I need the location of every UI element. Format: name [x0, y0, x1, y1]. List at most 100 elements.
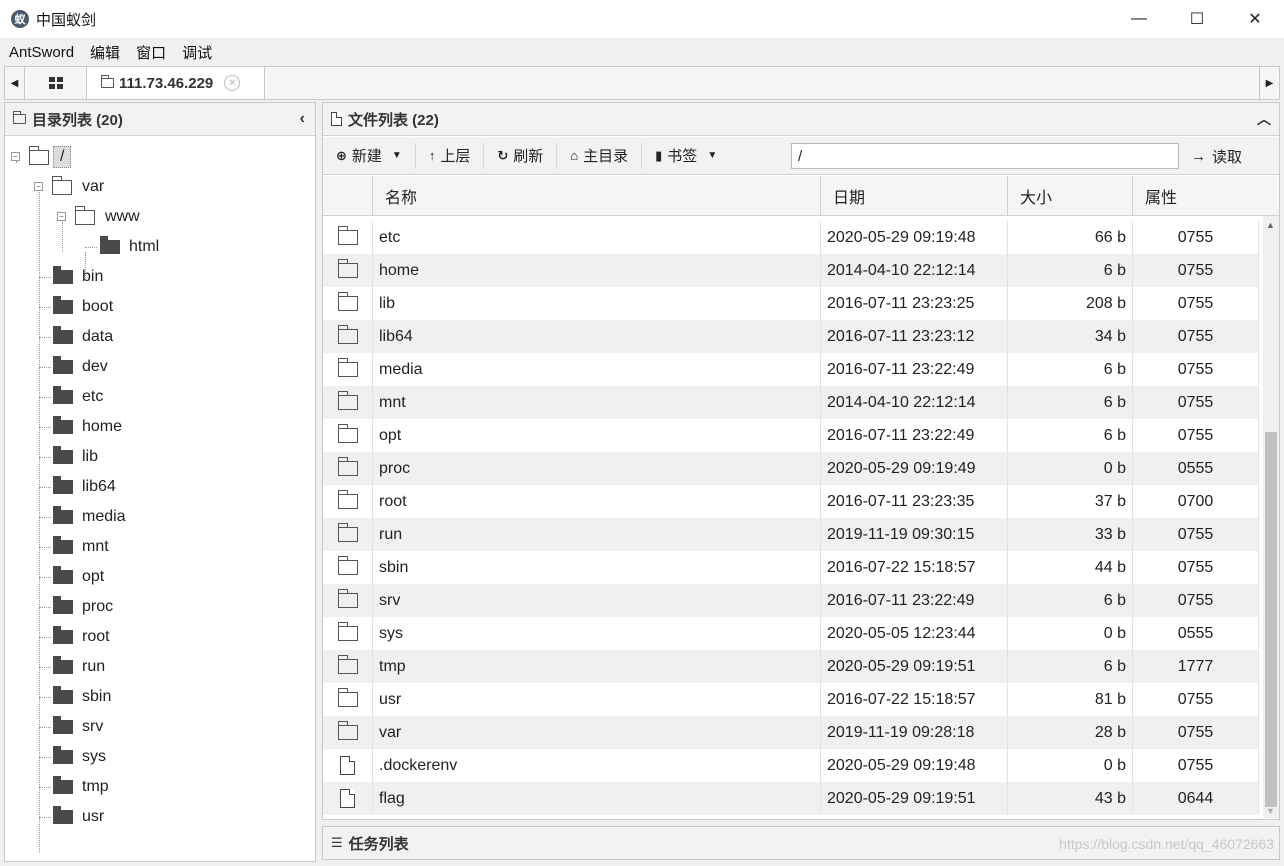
file-row[interactable]: flag 2020-05-29 09:19:51 43 b 0644 [323, 782, 1259, 815]
collapse-up-icon[interactable]: ︿ [1257, 109, 1271, 129]
tree-node-opt[interactable]: opt [53, 566, 104, 588]
up-button[interactable]: ↑ 上层 [416, 142, 485, 169]
tree-node-mnt[interactable]: mnt [53, 536, 109, 558]
minimize-button[interactable]: — [1110, 0, 1168, 38]
collapse-node-icon[interactable]: − [57, 212, 66, 221]
tree-node-usr[interactable]: usr [53, 806, 104, 828]
file-row[interactable]: home 2014-04-10 22:12:14 6 b 0755 [323, 254, 1259, 287]
folder-open-icon [52, 175, 72, 195]
scroll-up-icon[interactable]: ▲ [1266, 220, 1275, 230]
column-header-date[interactable]: 日期 [821, 176, 1008, 215]
file-row[interactable]: run 2019-11-19 09:30:15 33 b 0755 [323, 518, 1259, 551]
directory-panel-title: 目录列表 (20) [32, 111, 123, 129]
read-button[interactable]: → 读取 [1191, 143, 1242, 169]
file-name-cell: root [373, 485, 821, 518]
menu-window[interactable]: 窗口 [128, 42, 174, 63]
tree-node-label: lib [82, 448, 99, 465]
tree-node-lib[interactable]: lib [53, 446, 98, 468]
collapse-left-icon[interactable]: ‹ [300, 110, 305, 128]
file-row[interactable]: sys 2020-05-05 12:23:44 0 b 0555 [323, 617, 1259, 650]
file-name-cell: tmp [373, 650, 821, 683]
tree-node-boot[interactable]: boot [53, 296, 113, 318]
file-row[interactable]: lib64 2016-07-11 23:23:12 34 b 0755 [323, 320, 1259, 353]
tab-bar: ◀ 111.73.46.229 ✕ ▶ [4, 66, 1280, 100]
tree-node-label: media [82, 508, 126, 525]
close-button[interactable]: ✕ [1226, 0, 1284, 38]
file-row[interactable]: .dockerenv 2020-05-29 09:19:48 0 b 0755 [323, 749, 1259, 782]
file-date-cell: 2016-07-11 23:23:35 [821, 485, 1008, 518]
folder-icon [337, 292, 358, 311]
tree-node-sbin[interactable]: sbin [53, 686, 111, 708]
file-size-cell: 33 b [1008, 518, 1133, 551]
collapse-node-icon[interactable]: − [11, 152, 20, 161]
file-row[interactable]: sbin 2016-07-22 15:18:57 44 b 0755 [323, 551, 1259, 584]
tree-node-root[interactable]: − / [9, 145, 72, 168]
file-row-icon-cell [323, 716, 373, 749]
tree-node-www[interactable]: − www [55, 205, 140, 228]
tree-node-tmp[interactable]: tmp [53, 776, 109, 798]
file-attr-cell: 1777 [1133, 650, 1259, 683]
tree-node-media[interactable]: media [53, 506, 126, 528]
file-row[interactable]: tmp 2020-05-29 09:19:51 6 b 1777 [323, 650, 1259, 683]
file-row[interactable]: lib 2016-07-11 23:23:25 208 b 0755 [323, 287, 1259, 320]
file-row[interactable]: root 2016-07-11 23:23:35 37 b 0700 [323, 485, 1259, 518]
scrollbar-thumb[interactable] [1265, 432, 1277, 807]
file-size-cell: 81 b [1008, 683, 1133, 716]
collapse-node-icon[interactable]: − [34, 182, 43, 191]
menu-antsword[interactable]: AntSword [0, 44, 82, 61]
tree-node-html[interactable]: html [100, 236, 159, 258]
tree-node-bin[interactable]: bin [53, 266, 103, 288]
folder-open-icon [75, 205, 95, 225]
tab-scroll-left-button[interactable]: ◀ [5, 67, 25, 99]
new-button[interactable]: ⊕ 新建 ▼ [323, 142, 416, 169]
column-header-attr[interactable]: 属性 [1133, 176, 1279, 215]
file-name-cell: lib [373, 287, 821, 320]
tree-node-lib64[interactable]: lib64 [53, 476, 116, 498]
tree-node-dev[interactable]: dev [53, 356, 108, 378]
tree-node-root[interactable]: root [53, 626, 110, 648]
tree-node-sys[interactable]: sys [53, 746, 106, 768]
path-input[interactable] [791, 143, 1179, 169]
refresh-button[interactable]: ↻ 刷新 [484, 142, 558, 169]
file-row[interactable]: usr 2016-07-22 15:18:57 81 b 0755 [323, 683, 1259, 716]
file-row[interactable]: mnt 2014-04-10 22:12:14 6 b 0755 [323, 386, 1259, 419]
tree-node-home[interactable]: home [53, 416, 122, 438]
file-row[interactable]: media 2016-07-11 23:22:49 6 b 0755 [323, 353, 1259, 386]
folder-icon [53, 656, 73, 674]
tab-scroll-right-button[interactable]: ▶ [1259, 67, 1279, 99]
file-date-cell: 2014-04-10 22:12:14 [821, 386, 1008, 419]
scroll-down-icon[interactable]: ▼ [1266, 806, 1275, 816]
file-row[interactable]: srv 2016-07-11 23:22:49 6 b 0755 [323, 584, 1259, 617]
file-date-cell: 2020-05-29 09:19:51 [821, 782, 1008, 815]
bookmark-button[interactable]: ▮ 书签 ▼ [642, 143, 730, 169]
menu-debug[interactable]: 调试 [174, 42, 220, 63]
tab-home[interactable] [25, 67, 87, 99]
tree-node-var[interactable]: − var [32, 175, 104, 198]
column-header-icon[interactable] [323, 176, 373, 215]
tree-node-proc[interactable]: proc [53, 596, 113, 618]
menu-edit[interactable]: 编辑 [82, 42, 128, 63]
maximize-button[interactable]: ☐ [1168, 0, 1226, 38]
file-row[interactable]: etc 2020-05-29 09:19:48 66 b 0755 [323, 221, 1259, 254]
tab-host[interactable]: 111.73.46.229 ✕ [87, 67, 265, 99]
tree-node-srv[interactable]: srv [53, 716, 103, 738]
window-controls: — ☐ ✕ [1110, 0, 1284, 38]
window-title: 中国蚁剑 [36, 11, 97, 29]
file-name-cell: sys [373, 617, 821, 650]
folder-icon [53, 296, 73, 314]
folder-open-icon [29, 145, 49, 165]
tree-node-data[interactable]: data [53, 326, 113, 348]
tree-node-etc[interactable]: etc [53, 386, 103, 408]
file-icon [340, 789, 355, 808]
file-row[interactable]: var 2019-11-19 09:28:18 28 b 0755 [323, 716, 1259, 749]
home-dir-button[interactable]: ⌂ 主目录 [557, 142, 643, 169]
tree-node-run[interactable]: run [53, 656, 105, 678]
file-toolbar: ⊕ 新建 ▼ ↑ 上层 ↻ 刷新 ⌂ 主目录 ▮ 书签 ▼ → 读取 [323, 137, 1279, 175]
file-row[interactable]: opt 2016-07-11 23:22:49 6 b 0755 [323, 419, 1259, 452]
file-grid-scrollbar[interactable]: ▲ ▼ [1263, 216, 1279, 818]
file-row[interactable]: proc 2020-05-29 09:19:49 0 b 0555 [323, 452, 1259, 485]
tab-close-icon[interactable]: ✕ [224, 75, 241, 91]
column-header-size[interactable]: 大小 [1008, 176, 1133, 215]
file-size-cell: 44 b [1008, 551, 1133, 584]
column-header-name[interactable]: 名称 [373, 176, 821, 215]
